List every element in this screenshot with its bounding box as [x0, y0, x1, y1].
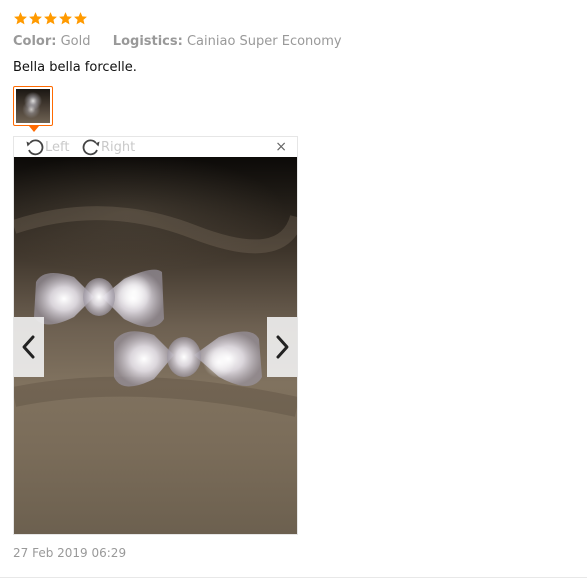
color-value: Gold [60, 34, 91, 49]
star-icon [13, 11, 28, 26]
chevron-left-icon [20, 334, 38, 360]
star-rating [13, 11, 88, 28]
review-meta: Color: Gold Logistics: Cainiao Super Eco… [13, 34, 342, 49]
bow-1-illustration [34, 269, 164, 327]
star-icon [43, 11, 58, 26]
previous-photo-button[interactable] [14, 317, 44, 377]
review-card: Color: Gold Logistics: Cainiao Super Eco… [0, 0, 587, 588]
rotate-left-label: Left [45, 139, 70, 155]
rotate-left-icon [25, 138, 45, 156]
rotate-left-button[interactable]: Left [25, 138, 69, 156]
star-icon [58, 11, 73, 26]
star-icon [28, 11, 43, 26]
review-text: Bella bella forcelle. [13, 60, 137, 75]
chevron-right-icon [273, 334, 291, 360]
photo-viewer: Left Right × [13, 136, 298, 535]
review-photo-thumbnail[interactable] [13, 86, 53, 126]
bow-2-illustration [114, 331, 262, 387]
logistics-value: Cainiao Super Economy [186, 34, 342, 49]
star-icon [73, 11, 88, 26]
next-photo-button[interactable] [267, 317, 297, 377]
close-viewer-button[interactable]: × [275, 139, 287, 155]
review-date: 27 Feb 2019 06:29 [13, 546, 127, 560]
rotate-right-icon [81, 138, 101, 156]
thumbnail-image [16, 89, 50, 123]
thumbnail-selected-indicator [29, 126, 39, 132]
review-photo [14, 157, 297, 534]
color-label: Color: [13, 34, 57, 49]
rotate-right-label: Right [101, 139, 136, 155]
photo-viewer-toolbar: Left Right × [14, 137, 297, 157]
review-divider [0, 577, 587, 578]
logistics-label: Logistics: [112, 34, 183, 49]
rotate-right-button[interactable]: Right [81, 138, 135, 156]
